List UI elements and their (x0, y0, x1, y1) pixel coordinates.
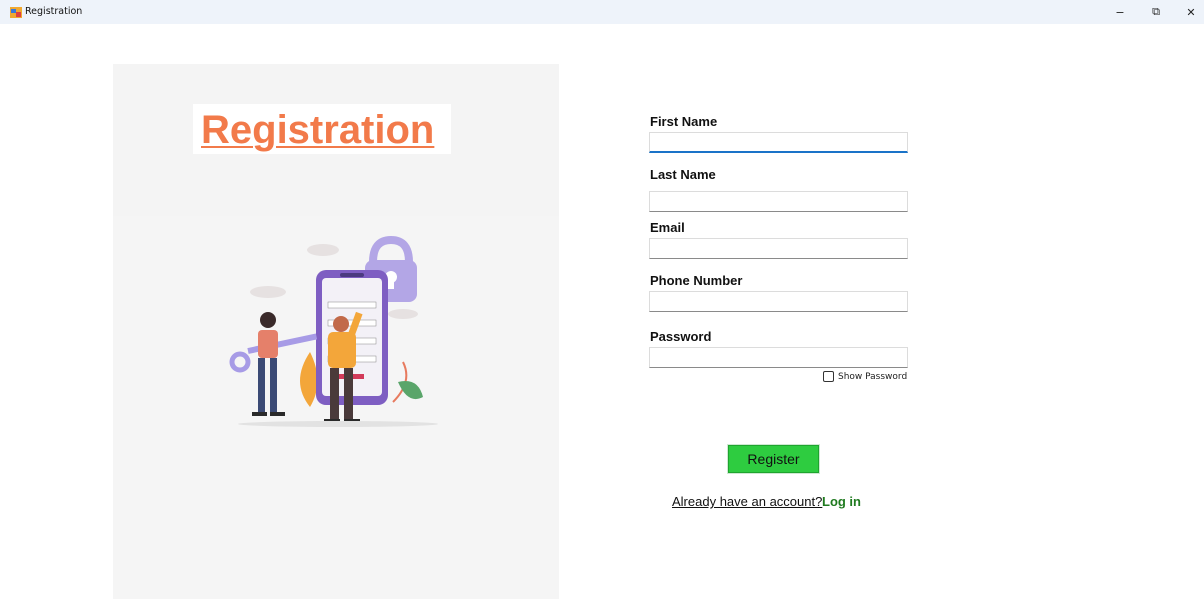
registration-illustration (229, 235, 438, 427)
registration-window: Registration − ⧉ ✕ Registration First Na… (0, 0, 1204, 599)
last-name-input[interactable] (649, 191, 908, 212)
show-password-checkbox[interactable] (823, 371, 834, 382)
login-link[interactable]: Log in (822, 494, 861, 509)
restore-button[interactable]: ⧉ (1138, 0, 1174, 24)
minimize-button[interactable]: − (1102, 0, 1138, 24)
left-panel: Registration (113, 64, 559, 599)
show-password-label: Show Password (838, 371, 908, 382)
first-name-input[interactable] (649, 132, 908, 153)
register-button[interactable]: Register (728, 445, 819, 473)
heading-box: Registration (193, 104, 451, 154)
phone-number-input[interactable] (649, 291, 908, 312)
password-label: Password (650, 329, 712, 344)
show-password-toggle[interactable]: Show Password (823, 371, 907, 382)
first-name-label: First Name (650, 114, 718, 129)
window-title: Registration (25, 6, 83, 17)
close-button[interactable]: ✕ (1173, 0, 1204, 24)
phone-number-label: Phone Number (650, 273, 743, 288)
already-have-account-text: Already have an account? (672, 494, 823, 509)
last-name-label: Last Name (650, 167, 716, 182)
email-input[interactable] (649, 238, 908, 259)
page-title: Registration (201, 108, 435, 152)
email-label: Email (650, 220, 685, 235)
title-bar: Registration − ⧉ ✕ (0, 0, 1204, 24)
password-input[interactable] (649, 347, 908, 368)
app-icon (10, 7, 22, 18)
heading-banner: Registration (113, 64, 559, 216)
